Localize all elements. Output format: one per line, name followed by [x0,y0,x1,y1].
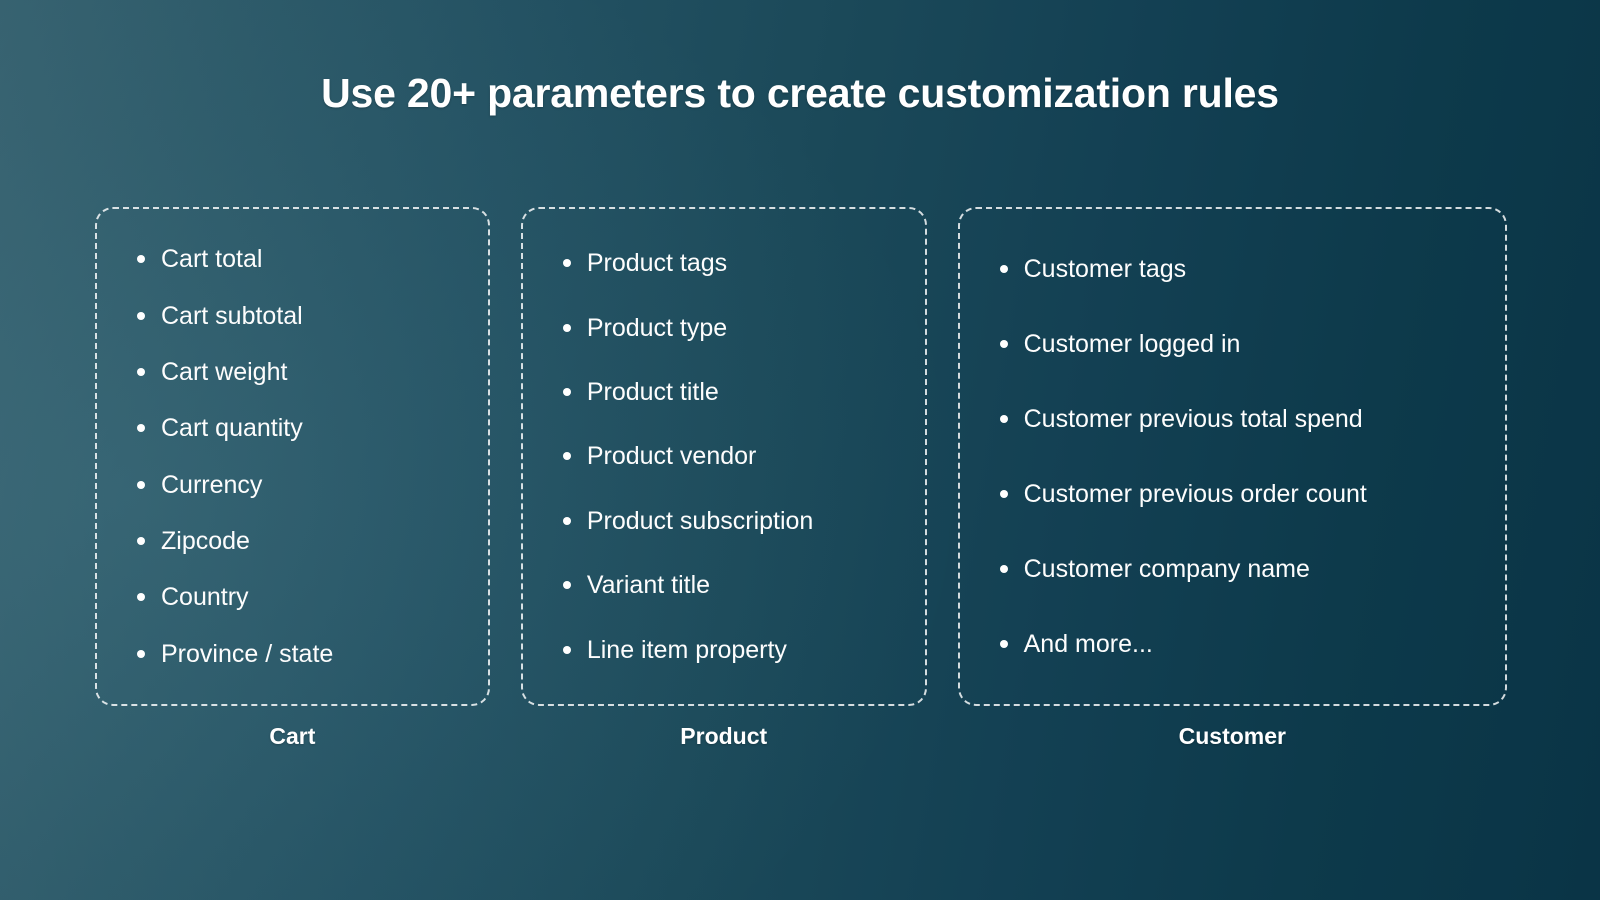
list-item: Cart subtotal [137,301,458,331]
parameter-label: Cart total [161,245,263,274]
bullet-icon [999,414,1008,423]
parameter-card-customer: Customer tags Customer logged in Custome… [957,207,1507,706]
parameter-list-cart: Cart total Cart subtotal Cart weight Car… [137,231,458,682]
list-item: Product subscription [562,506,895,536]
parameter-list-customer: Customer tags Customer logged in Custome… [999,231,1475,682]
parameter-label: Country [161,583,249,612]
list-item: Currency [137,470,458,500]
parameter-label: Zipcode [161,527,250,556]
parameter-label: Product type [586,313,728,342]
list-item: Customer logged in [999,329,1475,359]
list-item: Cart total [137,244,458,274]
list-item: Zipcode [137,526,458,556]
list-item: Customer previous total spend [999,404,1475,434]
parameter-label: Cart weight [161,357,288,386]
list-item: And more... [999,629,1475,659]
page-title: Use 20+ parameters to create customizati… [321,70,1279,116]
bullet-icon [137,537,145,546]
bullet-icon [137,649,145,658]
bullet-icon [137,424,145,433]
bullet-icon [137,480,145,489]
bullet-icon [999,339,1008,348]
parameter-label: Customer previous order count [1023,480,1367,509]
parameter-card-product: Product tags Product type Product title … [520,207,927,706]
list-item: Variant title [562,570,895,600]
parameter-label: Cart subtotal [161,301,303,330]
parameter-label: Customer logged in [1023,329,1241,358]
list-item: Cart quantity [137,413,458,443]
card-caption-product: Product [680,723,768,749]
bullet-icon [137,593,145,602]
parameter-label: Customer previous total spend [1023,404,1363,433]
bullet-icon [999,565,1008,574]
slide-canvas: Use 20+ parameters to create customizati… [0,0,1600,900]
bullet-icon [137,367,145,376]
parameter-label: Currency [161,470,263,499]
bullet-icon [999,490,1008,499]
list-item: Product vendor [562,441,895,471]
parameter-column-customer: Customer tags Customer logged in Custome… [957,207,1507,750]
bullet-icon [562,452,571,461]
parameter-card-cart: Cart total Cart subtotal Cart weight Car… [95,207,490,706]
bullet-icon [562,323,571,332]
parameter-label: Cart quantity [161,414,303,443]
parameter-label: Product subscription [586,506,814,535]
bullet-icon [562,645,571,654]
card-caption-cart: Cart [269,723,316,749]
list-item: Province / state [137,639,458,669]
list-item: Country [137,582,458,612]
parameter-list-product: Product tags Product type Product title … [562,231,895,682]
list-item: Customer previous order count [999,479,1475,509]
list-item: Product tags [562,248,895,278]
list-item: Line item property [562,635,895,665]
list-item: Customer company name [999,554,1475,584]
parameter-label: Product title [586,378,719,407]
bullet-icon [137,255,145,264]
list-item: Customer tags [999,254,1475,284]
bullet-icon [562,388,571,397]
parameter-label: Product vendor [586,442,757,471]
bullet-icon [562,581,571,590]
bullet-icon [562,516,571,525]
list-item: Product title [562,377,895,407]
list-item: Cart weight [137,357,458,387]
bullet-icon [562,259,571,268]
parameter-label: Line item property [586,635,787,664]
parameter-label: Product tags [586,249,728,278]
bullet-icon [999,264,1008,273]
parameter-label: Customer company name [1023,555,1310,584]
parameter-label: Variant title [586,571,711,600]
parameter-column-cart: Cart total Cart subtotal Cart weight Car… [95,207,490,750]
parameter-column-product: Product tags Product type Product title … [520,207,927,750]
list-item: Product type [562,313,895,343]
bullet-icon [137,311,145,320]
parameter-label: Province / state [161,639,334,668]
parameter-label: Customer tags [1023,254,1187,283]
parameter-label: And more... [1023,630,1153,659]
card-caption-customer: Customer [1178,723,1286,749]
parameter-columns: Cart total Cart subtotal Cart weight Car… [95,207,1507,750]
bullet-icon [999,640,1008,649]
